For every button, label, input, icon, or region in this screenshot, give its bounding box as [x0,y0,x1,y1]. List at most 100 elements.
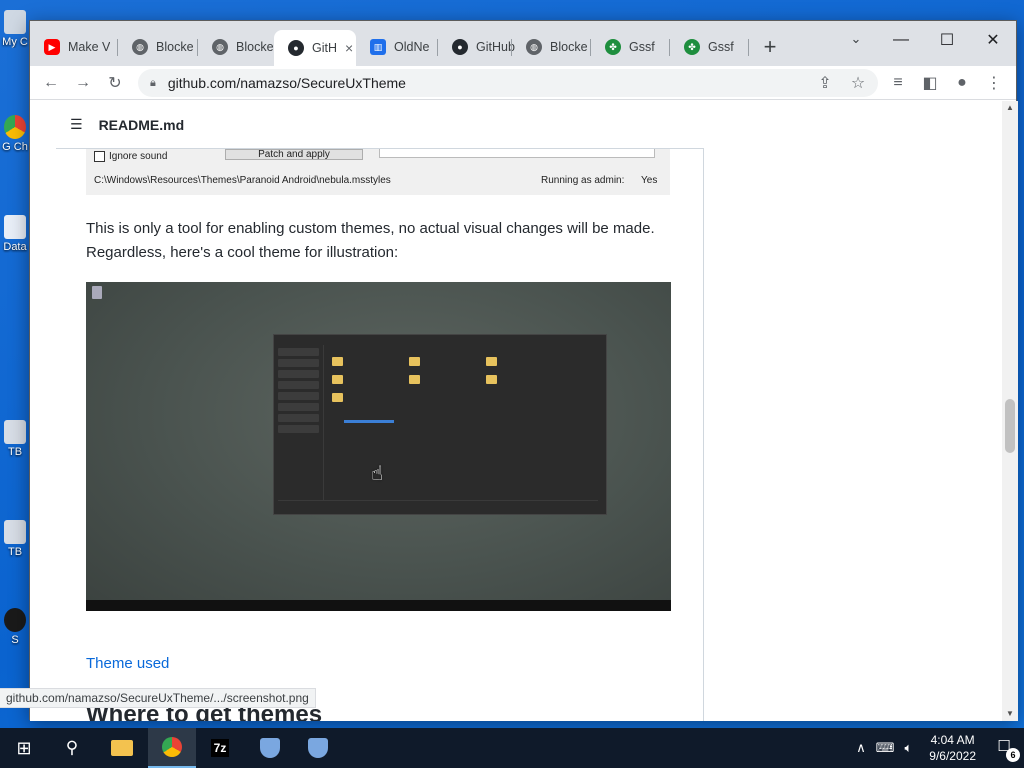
reading-list-icon[interactable]: ≡ [885,70,911,96]
close-tab-icon[interactable]: × [345,40,353,56]
desktop-icon-label: TB [7,446,23,458]
shield-app-2-button[interactable] [294,728,342,768]
forward-arrow-icon[interactable]: → [70,70,96,96]
tb-shortcut-icon [4,420,26,444]
profile-avatar-icon[interactable]: ● [949,70,975,96]
shield-app-1-button[interactable] [246,728,294,768]
tab-label: GitH [312,41,337,55]
7zip-taskbar-button[interactable]: 7z [196,728,244,768]
theme-illustration-image[interactable]: ☝ [86,282,671,611]
bookmark-star-icon[interactable]: ☆ [845,70,871,96]
desktop-icon-tb-1[interactable]: TB [0,420,30,458]
desktop-icon-chrome[interactable]: G Ch [0,115,30,153]
tab-label: OldNe [394,40,430,54]
desktop-icon-my-computer[interactable]: My C [0,10,30,48]
checkbox-label: Ignore sound [109,151,168,162]
desktop-icon-label: TB [7,546,23,558]
folder-icon [486,375,497,384]
desktop-icon-s[interactable]: S [0,608,30,646]
chrome-taskbar-button[interactable] [148,728,196,768]
folder-icon [332,357,343,366]
patch-apply-button-image: Patch and apply [225,149,363,160]
action-center-button[interactable]: ☐ 6 [992,737,1020,762]
s-shortcut-icon [4,608,26,632]
volume-icon[interactable]: 🔈︎ [904,740,912,756]
image-taskbar [86,600,671,611]
tab-label: Blocke [550,40,588,54]
folder-icon [409,375,420,384]
description-paragraph: This is only a tool for enabling custom … [86,220,655,261]
tab-label: Blocke [156,40,194,54]
desktop-icon-label: G Ch [2,141,28,153]
folder-icon [332,375,343,384]
tab-github[interactable]: ● GitHub [438,32,518,62]
desktop-icon-data[interactable]: Data [0,215,30,253]
folder-icon [332,393,343,402]
tab-separator [748,39,749,56]
reload-icon[interactable]: ↻ [102,70,128,96]
explorer-status-bar [278,500,598,510]
desktop-icon-tb-2[interactable]: TB [0,520,30,558]
address-bar[interactable]: 🔒︎ github.com/namazso/SecureUxTheme [138,69,878,97]
data-shortcut-icon [4,215,26,239]
start-button[interactable]: ⊞ [0,728,48,768]
scrollbar-thumb[interactable] [1005,399,1015,453]
tab-make-v[interactable]: ▶ Make V [30,32,116,62]
youtube-icon: ▶ [44,39,60,55]
close-window-button[interactable]: ✕ [970,25,1016,55]
theme-path: C:\Windows\Resources\Themes\Paranoid And… [94,175,391,186]
scroll-down-arrow-icon[interactable]: ▼ [1002,707,1018,721]
folder-icon [111,740,133,756]
admin-value: Yes [641,175,658,186]
windows-taskbar: ⊞ ⚲ 7z ∧ ⌨ 🔈︎ 4:04 AM 9/6/2022 ☐ 6 [0,728,1024,768]
chrome-icon [162,737,182,757]
tab-label: Gssf [708,40,734,54]
explorer-window-image [273,334,607,515]
chevron-up-icon[interactable]: ∧ [856,740,866,756]
side-panel-icon[interactable]: ◧ [917,70,943,96]
tab-gssf-2[interactable]: ✤ Gssf [670,32,748,62]
folder-icon [409,357,420,366]
page-scrollbar[interactable]: ▲ ▼ [1002,101,1018,721]
github-icon: ● [288,40,304,56]
tab-label: Blocke [236,40,274,54]
chrome-window: ▶ Make V ◍ Blocke ◍ Blocke ● GitH × ▥ Ol… [29,20,1018,721]
clock-date: 9/6/2022 [929,749,976,763]
new-tab-button[interactable]: + [756,34,784,62]
back-arrow-icon[interactable]: ← [38,70,64,96]
shield-icon [260,738,280,758]
outline-list-icon[interactable]: ☰ [70,116,83,133]
tab-github-active[interactable]: ● GitH × [274,30,356,66]
globe-icon: ◍ [212,39,228,55]
chrome-menu-icon[interactable]: ⋮ [981,70,1007,96]
file-explorer-button[interactable] [98,728,146,768]
scroll-up-arrow-icon[interactable]: ▲ [1002,101,1018,115]
tab-label: GitHub [476,40,515,54]
clock[interactable]: 4:04 AM 9/6/2022 [929,732,976,764]
clock-time: 4:04 AM [930,733,975,747]
theme-used-link[interactable]: Theme used [86,655,169,672]
page-content: ☰ README.md Ignore sound Patch and apply… [30,101,1002,721]
admin-label: Running as admin: [541,175,625,186]
notification-count: 6 [1006,748,1020,762]
tab-gssf-1[interactable]: ✤ Gssf [591,32,669,62]
share-icon[interactable]: ⇪ [812,70,838,96]
tab-blocked-3[interactable]: ◍ Blocke [512,32,590,62]
tab-oldnew[interactable]: ▥ OldNe [356,32,436,62]
minimize-button[interactable]: — [878,25,924,55]
computer-icon [4,10,26,34]
github-icon: ● [452,39,468,55]
desktop-icon-label: My C [2,36,28,48]
lock-icon: 🔒︎ [150,76,156,89]
tab-blocked-1[interactable]: ◍ Blocke [118,32,196,62]
desktop-icon-label: Data [3,241,27,253]
tab-search-chevron-icon[interactable]: ⌄ [844,27,868,51]
tab-label: Make V [68,40,111,54]
search-button[interactable]: ⚲ [48,728,96,768]
oldnew-icon: ▥ [370,39,386,55]
maximize-button[interactable]: ☐ [924,25,970,55]
tab-blocked-2[interactable]: ◍ Blocke [198,32,274,62]
clover-icon: ✤ [605,39,621,55]
system-tray: ∧ ⌨ 🔈︎ 4:04 AM 9/6/2022 [851,728,976,768]
network-icon[interactable]: ⌨ [876,740,895,756]
